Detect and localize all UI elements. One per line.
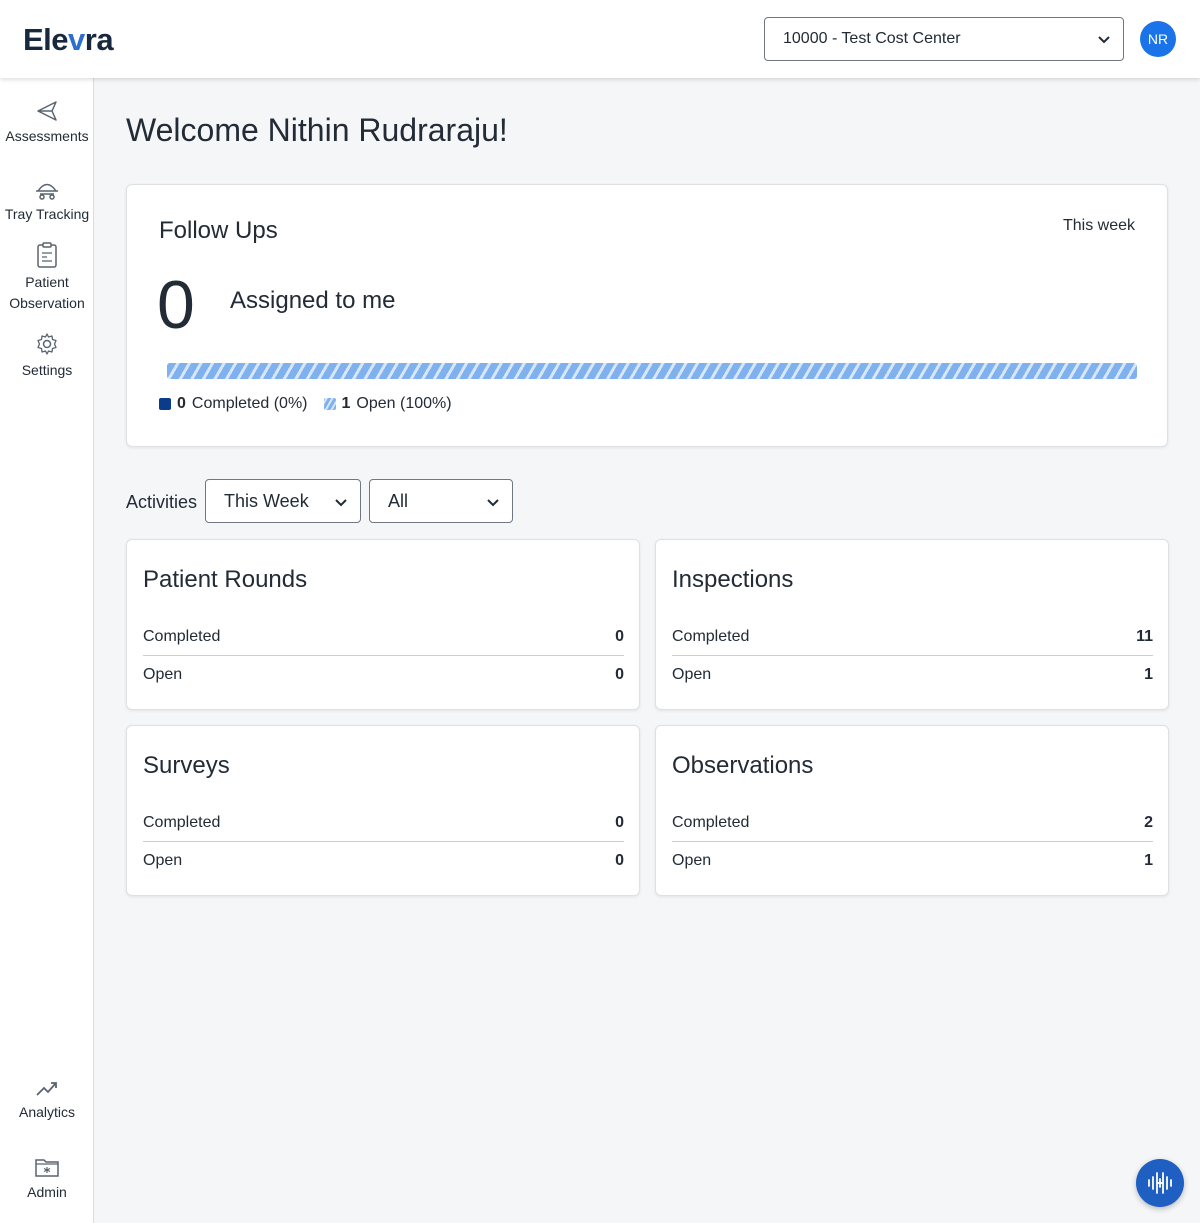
row-value: 11 (1136, 628, 1153, 645)
row-label: Completed (672, 628, 750, 645)
type-filter-value: All (388, 491, 409, 511)
row-value: 0 (615, 852, 624, 869)
chevron-down-icon (487, 499, 499, 507)
voice-assistant-icon (1148, 1172, 1172, 1194)
completed-row: Completed 2 (672, 804, 1153, 842)
row-value: 2 (1144, 814, 1153, 831)
period-filter-select[interactable]: This Week (205, 479, 361, 523)
sidebar: Assessments Tray Tracking Patient Observ… (0, 78, 94, 1223)
sidebar-item-settings[interactable]: Settings (0, 332, 94, 381)
user-avatar[interactable]: NR (1140, 21, 1176, 57)
open-row: Open 1 (672, 842, 1153, 880)
cost-center-value: 10000 - Test Cost Center (783, 30, 961, 47)
follow-ups-title: Follow Ups (159, 217, 278, 244)
completed-row: Completed 11 (672, 618, 1153, 656)
patient-rounds-card[interactable]: Patient Rounds Completed 0 Open 0 (126, 539, 640, 710)
clipboard-icon (37, 242, 57, 268)
completed-row: Completed 0 (143, 804, 624, 842)
open-row: Open 0 (143, 656, 624, 694)
top-bar: Elevra 10000 - Test Cost Center NR (0, 0, 1200, 78)
follow-ups-card: Follow Ups This week 0 Assigned to me 0 … (126, 184, 1168, 447)
card-title: Observations (672, 752, 814, 779)
completed-swatch (159, 398, 171, 410)
activities-label: Activities (126, 492, 198, 512)
observations-card[interactable]: Observations Completed 2 Open 1 (655, 725, 1169, 896)
sidebar-item-label: Tray Tracking (4, 206, 90, 222)
assigned-to-me-label: Assigned to me (230, 287, 396, 314)
row-value: 1 (1144, 666, 1153, 683)
open-swatch (323, 398, 336, 410)
follow-ups-progress-bar (167, 363, 1137, 379)
inspections-card[interactable]: Inspections Completed 11 Open 1 (655, 539, 1169, 710)
sidebar-item-patient-observation[interactable]: Patient Observation (0, 242, 94, 314)
tray-cart-icon (36, 183, 58, 200)
sidebar-item-analytics[interactable]: Analytics (0, 1078, 94, 1123)
row-value: 0 (615, 814, 624, 831)
type-filter-select[interactable]: All (369, 479, 513, 523)
sidebar-item-label: Admin (27, 1184, 67, 1200)
completed-row: Completed 0 (143, 618, 624, 656)
card-title: Patient Rounds (143, 566, 308, 593)
admin-folder-icon (35, 1159, 59, 1177)
row-label: Completed (143, 814, 221, 831)
row-label: Open (143, 852, 183, 869)
voice-assistant-button[interactable] (1136, 1159, 1184, 1207)
open-label: Open (100%) (356, 395, 452, 412)
open-count: 1 (341, 395, 351, 412)
completed-label: Completed (0%) (191, 395, 308, 412)
trend-icon (36, 1082, 57, 1096)
row-label: Open (672, 852, 712, 869)
card-title: Surveys (143, 752, 230, 779)
sidebar-item-admin[interactable]: Admin (0, 1156, 94, 1203)
sidebar-item-label: Settings (21, 362, 73, 378)
send-icon (37, 101, 57, 121)
open-row: Open 0 (143, 842, 624, 880)
follow-ups-count: 0 (157, 267, 195, 343)
elevra-logo[interactable]: Elevra (23, 22, 114, 58)
sidebar-item-assessments[interactable]: Assessments (0, 100, 94, 147)
row-label: Open (672, 666, 712, 683)
row-value: 0 (615, 628, 624, 645)
sidebar-item-label: Patient Observation (9, 274, 85, 311)
row-label: Open (143, 666, 183, 683)
period-filter-value: This Week (224, 491, 309, 511)
chevron-down-icon (335, 499, 347, 507)
cost-center-select[interactable]: 10000 - Test Cost Center (764, 17, 1124, 61)
sidebar-item-label: Analytics (18, 1104, 76, 1120)
gear-icon (37, 333, 57, 355)
sidebar-item-tray-tracking[interactable]: Tray Tracking (0, 178, 94, 225)
chevron-down-icon (1098, 36, 1110, 44)
row-value: 1 (1144, 852, 1153, 869)
row-label: Completed (672, 814, 750, 831)
sidebar-item-label: Assessments (5, 128, 89, 144)
follow-ups-legend: 0 Completed (0%) 1 Open (100%) (159, 395, 452, 413)
row-value: 0 (615, 666, 624, 683)
open-row: Open 1 (672, 656, 1153, 694)
card-title: Inspections (672, 566, 794, 593)
page-title: Welcome Nithin Rudraraju! (126, 112, 508, 148)
row-label: Completed (143, 628, 221, 645)
follow-ups-period: This week (1062, 217, 1135, 234)
surveys-card[interactable]: Surveys Completed 0 Open 0 (126, 725, 640, 896)
completed-count: 0 (177, 395, 186, 412)
